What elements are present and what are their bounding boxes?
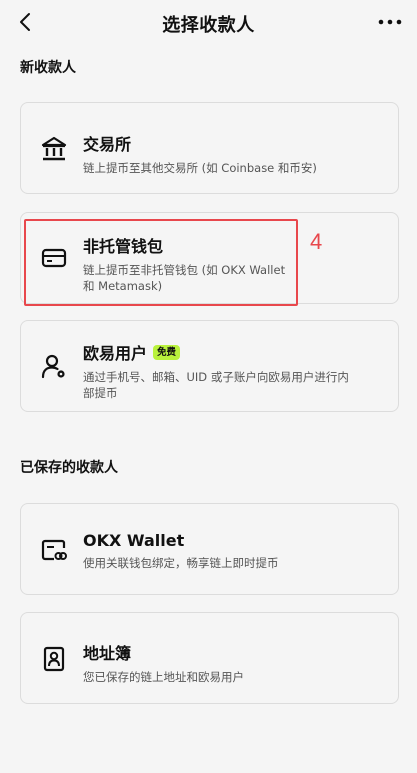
payee-description-line2: 和 Metamask) (83, 279, 163, 293)
more-button[interactable] (377, 10, 403, 34)
payee-option-exchange[interactable]: 交易所 链上提币至其他交易所 (如 Coinbase 和币安) (20, 102, 399, 194)
payee-title: 交易所 (83, 135, 132, 154)
page-title: 选择收款人 (162, 15, 255, 36)
payee-description: 您已保存的链上地址和欧易用户 (83, 670, 244, 684)
payee-description-line1: 通过手机号、邮箱、UID 或子账户向欧易用户进行内 (83, 370, 349, 384)
wallet-link-icon (39, 535, 69, 565)
section-title-new: 新收款人 (20, 60, 76, 76)
payee-title: 非托管钱包 (83, 237, 164, 256)
payee-description: 使用关联钱包绑定，畅享链上即时提币 (83, 556, 279, 570)
annotation-number: 4 (310, 229, 323, 254)
payee-description-line1: 链上提币至非托管钱包 (如 OKX Wallet (83, 263, 286, 277)
payee-title: 地址簿 (83, 644, 132, 663)
payee-option-okx-user[interactable]: 欧易用户 免费 通过手机号、邮箱、UID 或子账户向欧易用户进行内 部提币 (20, 320, 399, 412)
payee-description: 链上提币至其他交易所 (如 Coinbase 和币安) (83, 161, 317, 175)
free-badge: 免费 (153, 344, 181, 360)
payee-option-address-book[interactable]: 地址簿 您已保存的链上地址和欧易用户 (20, 612, 399, 704)
header: 选择收款人 (0, 0, 417, 44)
payee-option-noncustodial-wallet[interactable]: 非托管钱包 链上提币至非托管钱包 (如 OKX Wallet 和 Metamas… (20, 212, 399, 304)
card-icon (39, 243, 69, 273)
payee-description-line2: 部提币 (83, 386, 118, 400)
payee-title: OKX Wallet (83, 531, 185, 550)
user-icon (39, 351, 69, 381)
payee-option-okx-wallet[interactable]: OKX Wallet 使用关联钱包绑定，畅享链上即时提币 (20, 503, 399, 595)
section-title-saved: 已保存的收款人 (20, 460, 118, 476)
more-horizontal-icon (378, 19, 402, 25)
payee-title: 欧易用户 (83, 344, 148, 363)
address-book-icon (39, 644, 69, 674)
bank-icon (39, 134, 69, 164)
